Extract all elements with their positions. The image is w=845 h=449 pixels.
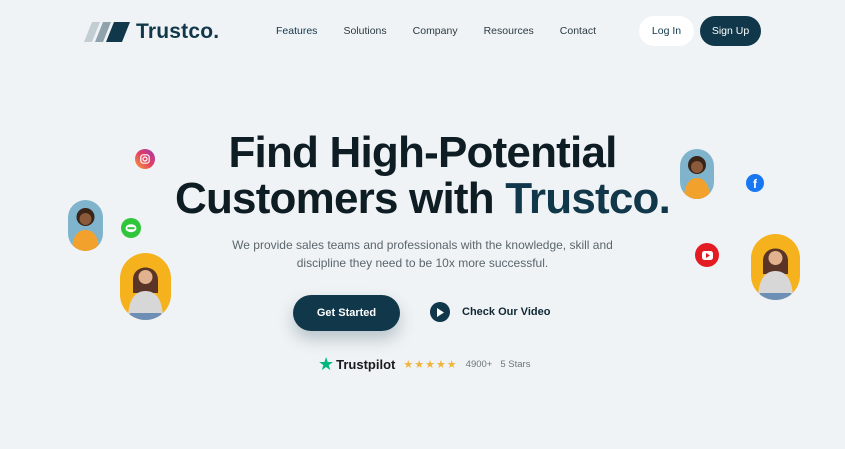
check-video-button[interactable]: Check Our Video [430, 302, 550, 322]
login-button[interactable]: Log In [639, 16, 694, 46]
headline-line-1: Find High-Potential [228, 128, 617, 177]
avatar-right-small [680, 149, 714, 199]
nav-resources[interactable]: Resources [484, 25, 534, 37]
rating-label: 5 Stars [500, 358, 531, 370]
rating-stars: ★★★★★ [403, 358, 458, 371]
instagram-icon [135, 149, 155, 169]
hero-headline: Find High-Potential Customers with Trust… [0, 130, 845, 222]
brand-name: Trustco. [136, 20, 220, 43]
trustpilot-rating: ★ Trustpilot ★★★★★ 4900+ 5 Stars [318, 355, 530, 373]
play-icon[interactable] [430, 302, 450, 322]
facebook-icon: f [746, 174, 764, 192]
check-video-label: Check Our Video [462, 306, 551, 318]
brand-logo[interactable]: Trustco. [84, 20, 219, 44]
main-menu: Features Solutions Company Resources Con… [276, 25, 622, 37]
line-icon [121, 218, 141, 238]
headline-line-2: Customers with Trustco. [0, 176, 845, 222]
hero-subtitle: We provide sales teams and professionals… [232, 238, 613, 270]
rating-count: 4900+ [465, 358, 493, 370]
signup-button[interactable]: Sign Up [700, 16, 761, 46]
trustpilot-name: Trustpilot [336, 356, 396, 372]
nav-features[interactable]: Features [276, 25, 317, 37]
nav-contact[interactable]: Contact [560, 25, 596, 37]
trustpilot-star-icon: ★ [318, 354, 335, 374]
headline-accent: Trustco. [505, 174, 671, 223]
logo-mark-icon [84, 22, 130, 42]
get-started-button[interactable]: Get Started [293, 295, 400, 331]
avatar-left-large [120, 253, 171, 320]
youtube-icon [695, 243, 719, 267]
headline-line-2-prefix: Customers with [174, 174, 506, 223]
avatar-left-small [68, 200, 103, 251]
nav-solutions[interactable]: Solutions [343, 25, 386, 37]
top-navbar: Trustco. Features Solutions Company Reso… [0, 0, 845, 62]
avatar-right-large [751, 234, 800, 300]
nav-company[interactable]: Company [413, 25, 458, 37]
